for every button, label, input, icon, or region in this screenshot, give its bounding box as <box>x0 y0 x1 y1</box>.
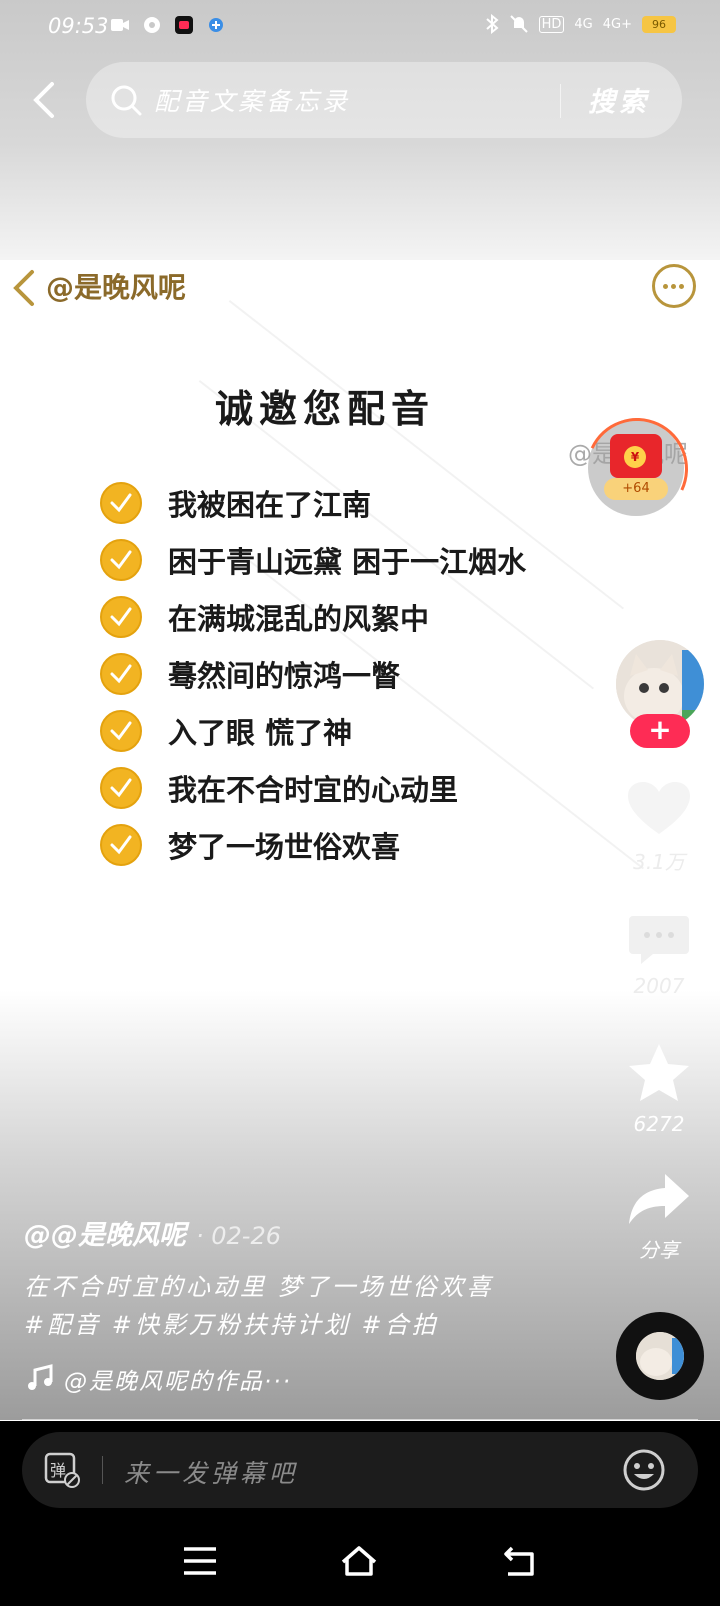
lyric-text: 我被困在了江南 <box>168 488 372 522</box>
system-icons: HD 4G 4G+ 96 <box>485 14 676 34</box>
danmaku-toggle-button[interactable]: 弹 <box>44 1452 80 1488</box>
bluetooth-icon <box>485 14 499 34</box>
check-icon <box>100 767 142 809</box>
lyric-text: 我在不合时宜的心动里 <box>168 773 459 807</box>
hd-indicator: HD <box>538 15 565 33</box>
comment-button[interactable]: 2007 <box>614 910 704 998</box>
emoji-icon[interactable] <box>622 1448 666 1492</box>
network-indicator-2: 4G+ <box>602 16 632 32</box>
more-dot <box>663 284 668 289</box>
check-icon <box>100 482 142 524</box>
author-handle[interactable]: @是晚风呢 <box>46 266 186 306</box>
favorite-button[interactable]: 6272 <box>614 1042 704 1136</box>
mute-icon <box>509 15 528 33</box>
music-note-icon <box>28 1364 53 1390</box>
system-nav-bar <box>0 1530 720 1590</box>
lyric-text: 困于青山远黛 困于一江烟水 <box>168 545 527 579</box>
coin-icon: ¥ <box>624 446 646 468</box>
comment-bubble-icon <box>629 916 689 964</box>
caption-username[interactable]: @@是晚风呢 <box>24 1220 186 1251</box>
more-dot <box>671 284 676 289</box>
check-icon <box>100 710 142 752</box>
back-arrow-icon[interactable] <box>26 80 66 120</box>
status-bar: 09:53 HD 4G 4G+ 96 <box>0 0 720 56</box>
share-arrow-icon <box>629 1174 689 1224</box>
follow-button[interactable]: + <box>630 714 690 748</box>
lyric-text: 在满城混乱的风絮中 <box>168 602 430 636</box>
share-button[interactable]: 分享 <box>614 1170 704 1263</box>
lyric-text: 梦了一场世俗欢喜 <box>168 830 401 864</box>
cat-cover-icon <box>636 1332 684 1380</box>
search-divider <box>560 84 561 118</box>
post-title: 诚邀您配音 <box>214 387 435 431</box>
lyric-text: 蓦然间的惊鸿一瞥 <box>168 659 401 693</box>
share-label: 分享 <box>639 1238 679 1262</box>
check-icon <box>100 824 142 866</box>
battery-icon: 96 <box>642 15 676 33</box>
danmaku-bar: 弹 来一发弹幕吧 <box>22 1432 698 1508</box>
red-packet-widget[interactable]: ¥ +64 <box>571 403 703 535</box>
network-indicator-1: 4G <box>574 16 593 32</box>
search-button[interactable]: 搜索 <box>588 80 650 119</box>
favorite-count: 6272 <box>633 1112 685 1136</box>
music-disc[interactable] <box>616 1312 704 1400</box>
lyric-text: 入了眼 慌了神 <box>168 716 353 750</box>
like-count: 3.1万 <box>633 850 685 874</box>
post-date: · 02-26 <box>196 1222 281 1250</box>
star-icon <box>629 1044 689 1101</box>
more-options-button[interactable] <box>652 264 696 308</box>
danmaku-input[interactable]: 来一发弹幕吧 <box>124 1454 298 1490</box>
caption-user[interactable]: @@是晚风呢 · 02-26 <box>24 1213 281 1252</box>
kuaishou-icon <box>175 16 193 34</box>
more-dot <box>679 284 684 289</box>
danmaku-divider <box>102 1456 103 1484</box>
danmaku-toggle-label: 弹 <box>50 1461 66 1480</box>
danmaku-icon: 弹 <box>44 1452 80 1488</box>
notification-icons <box>110 16 226 34</box>
check-icon <box>100 596 142 638</box>
search-box[interactable]: 配音文案备忘录 搜索 <box>86 62 682 138</box>
search-input[interactable]: 配音文案备忘录 <box>154 82 350 118</box>
app-icon <box>144 17 160 33</box>
menu-icon[interactable] <box>182 1544 218 1578</box>
battery-level: 96 <box>652 17 666 31</box>
search-icon <box>111 85 142 116</box>
video-icon <box>111 19 129 31</box>
back-icon[interactable] <box>502 1544 538 1578</box>
like-button[interactable]: 3.1万 <box>614 780 704 875</box>
comment-count: 2007 <box>633 974 685 998</box>
status-time: 09:53 <box>48 14 109 38</box>
check-icon <box>100 539 142 581</box>
music-source[interactable]: @是晚风呢的作品··· <box>64 1362 292 1396</box>
disc-cover <box>636 1332 684 1380</box>
heart-icon <box>628 782 690 834</box>
red-packet-amount: +64 <box>604 478 668 500</box>
chevron-left-icon[interactable] <box>8 268 40 308</box>
caption-text: 在不合时宜的心动里 梦了一场世俗欢喜 #配音 #快影万粉扶持计划 #合拍 <box>24 1273 494 1339</box>
check-icon <box>100 653 142 695</box>
home-icon[interactable] <box>341 1544 377 1578</box>
plus-app-icon <box>209 18 223 32</box>
caption-background <box>0 990 720 1420</box>
